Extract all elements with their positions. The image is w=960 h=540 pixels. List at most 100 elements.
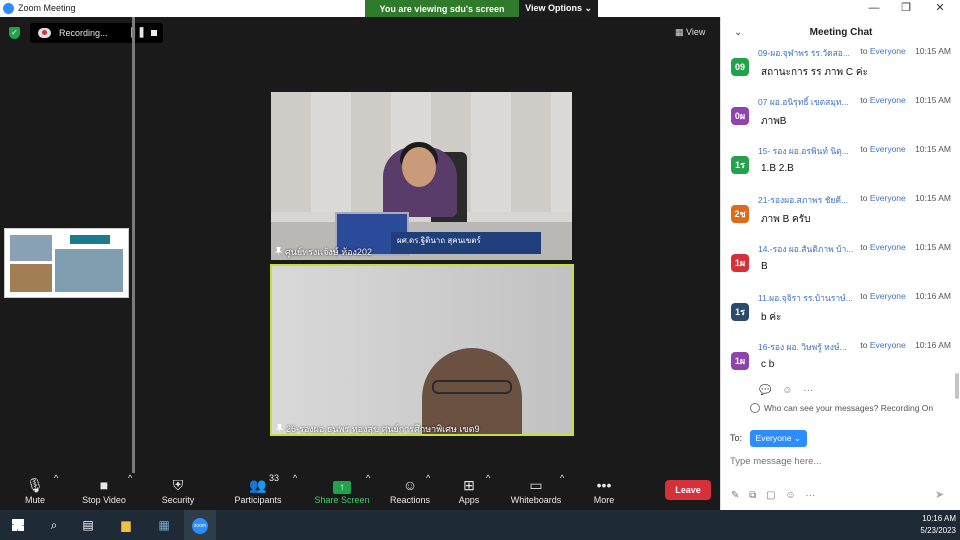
file-icon[interactable]: ▢	[766, 490, 775, 501]
view-options-button[interactable]: View Options ⌄	[519, 0, 598, 17]
recipient-row: To: Everyone ⌄	[730, 430, 807, 447]
apps-chevron-icon[interactable]: ^	[486, 473, 490, 509]
message-time: 10:15 AM	[915, 193, 951, 203]
more-dots-icon: •••	[596, 477, 612, 493]
task-view-icon[interactable]: ▤	[72, 510, 104, 540]
reply-icon[interactable]: 💬	[759, 385, 771, 396]
chat-header: ⌄ Meeting Chat	[721, 17, 960, 49]
sender-name[interactable]: 15- รอง ผอ.อรพินท์ นิตุ...	[758, 144, 858, 158]
privacy-notice[interactable]: Who can see your messages? Recording On	[750, 403, 933, 413]
cloud-record-icon	[38, 28, 51, 38]
screenshot-icon[interactable]: ⧉	[749, 490, 756, 501]
participants-chevron-icon[interactable]: ^	[293, 473, 297, 509]
whiteboard-icon: ▭	[529, 477, 543, 493]
zoom-taskbar-icon[interactable]: zoom	[184, 510, 216, 540]
recording-label: Recording...	[59, 28, 108, 38]
message-text: 1.B 2.B	[761, 163, 794, 174]
format-icon[interactable]: ✎	[731, 490, 739, 501]
apps-button[interactable]: ⊞ Apps	[455, 473, 483, 509]
sender-avatar: 09	[731, 58, 749, 76]
reactions-chevron-icon[interactable]: ^	[426, 473, 430, 509]
more-tools-icon[interactable]: ···	[805, 490, 815, 501]
chat-message[interactable]: 09 09-ผอ.จุฬาพร รร.วัดสอ... to Everyone 10…	[721, 46, 951, 94]
file-explorer-icon[interactable]: ▆	[110, 510, 142, 540]
shield-icon: ✓	[9, 27, 20, 39]
whiteboards-button[interactable]: ▭ Whiteboards	[508, 473, 564, 509]
system-clock[interactable]: 10:16 AM 5/23/2023	[920, 513, 956, 537]
participant-name-label: ศูนย์ทรงแจ้งษ์ ห้อง202	[275, 245, 372, 259]
microphone-icon: 🎙	[26, 477, 44, 493]
mute-button[interactable]: 🎙 Mute	[18, 473, 52, 509]
chat-message[interactable]: 1ผ 16-รอง ผอ. วิษพรู้ หงษ์... to Everyone…	[721, 340, 951, 388]
whiteboards-chevron-icon[interactable]: ^	[560, 473, 564, 509]
shared-screen-thumbnail[interactable]	[4, 228, 129, 298]
message-time: 10:16 AM	[915, 291, 951, 301]
recipient-dropdown[interactable]: Everyone ⌄	[749, 430, 807, 447]
message-meta: 11.ผอ.จุจิรา รร.บ้านราษ์... to Everyone 1…	[758, 291, 951, 305]
chat-message[interactable]: 1ผ 14.-รอง ผอ.สันติภาพ บ้า... to Everyone…	[721, 242, 951, 290]
add-reaction-icon[interactable]: ☺	[782, 385, 792, 396]
message-meta: 07 ผอ.อนิรุทธิ์ เขตสมุท... to Everyone 10…	[758, 95, 951, 109]
recipient-name: Everyone	[869, 193, 906, 203]
minimize-icon[interactable]: —	[858, 0, 890, 17]
chat-message-input[interactable]	[730, 453, 950, 469]
viewing-banner: You are viewing sdu's screen View Option…	[365, 0, 598, 17]
chat-message[interactable]: 0ผ 07 ผอ.อนิรุทธิ์ เขตสมุท... to Everyone…	[721, 95, 951, 143]
video-tile-active[interactable]: 26-รองผอ.ธนพร ทองสุข ศูนย์การศึกษาพิเศษ …	[270, 264, 574, 436]
leave-button[interactable]: Leave	[665, 480, 711, 500]
video-tile-speaker[interactable]: ผศ.ดร.ฐิตินาถ สุคนเขตร์ ศูนย์ทรงแจ้งษ์ ห…	[271, 92, 572, 260]
stop-recording-icon[interactable]	[151, 30, 157, 36]
to-label: to	[860, 144, 868, 154]
recipient-name: Everyone	[869, 46, 906, 56]
message-text: สถานะการ รร ภาพ C ค่ะ	[761, 67, 868, 78]
share-screen-button[interactable]: ↑ Share Screen	[314, 473, 370, 509]
share-options-chevron-icon[interactable]: ^	[366, 473, 370, 509]
recipient-name: Everyone	[869, 144, 906, 154]
chat-scrollbar[interactable]	[955, 373, 959, 399]
chat-message[interactable]: 2ช 21-รองผอ.สภาพร ชัยคี... to Everyone 10:…	[721, 193, 951, 241]
search-icon[interactable]: ⌕	[38, 510, 70, 540]
video-options-chevron-icon[interactable]: ^	[128, 473, 132, 509]
sender-avatar: 1ผ	[731, 254, 749, 272]
stop-video-button[interactable]: ■ Stop Video	[78, 473, 130, 509]
sender-name[interactable]: 21-รองผอ.สภาพร ชัยคี...	[758, 193, 858, 207]
sender-avatar: 0ผ	[731, 107, 749, 125]
windows-logo-icon	[12, 519, 24, 531]
close-icon[interactable]: ✕	[924, 0, 956, 17]
participant-name-label: 26-รองผอ.ธนพร ทองสุข ศูนย์การศึกษาพิเศษ …	[276, 422, 479, 434]
split-divider[interactable]	[132, 17, 135, 473]
emoji-icon[interactable]: ☺	[785, 490, 795, 501]
video-camera-icon: ■	[99, 477, 109, 493]
zoom-logo-icon	[3, 3, 14, 14]
security-button[interactable]: ⛨ Security	[158, 473, 198, 509]
sender-name[interactable]: 14.-รอง ผอ.สันติภาพ บ้า...	[758, 242, 858, 256]
chat-message[interactable]: 1ร 15- รอง ผอ.อรพินท์ นิตุ... to Everyone…	[721, 144, 951, 192]
shield-icon: ⛨	[172, 477, 184, 493]
store-app-icon[interactable]: ▦	[148, 510, 180, 540]
sender-avatar: 1ผ	[731, 352, 749, 370]
viewing-text: You are viewing sdu's screen	[379, 3, 505, 14]
more-actions-icon[interactable]: ···	[803, 385, 813, 396]
sender-avatar: 2ช	[731, 205, 749, 223]
message-text: c b	[761, 359, 775, 370]
more-button[interactable]: ••• More	[590, 473, 618, 509]
send-icon[interactable]: ➤	[935, 488, 944, 501]
audio-options-chevron-icon[interactable]: ^	[54, 473, 58, 509]
nameplate: ผศ.ดร.ฐิตินาถ สุคนเขตร์	[391, 232, 541, 254]
to-label: to	[860, 95, 868, 105]
pin-icon	[275, 247, 282, 256]
start-button[interactable]	[2, 510, 34, 540]
sender-name[interactable]: 16-รอง ผอ. วิษพรู้ หงษ์...	[758, 340, 858, 354]
to-label: to	[860, 46, 868, 56]
sender-name[interactable]: 07 ผอ.อนิรุทธิ์ เขตสมุท...	[758, 95, 858, 109]
message-time: 10:15 AM	[915, 46, 951, 56]
message-meta: 14.-รอง ผอ.สันติภาพ บ้า... to Everyone 10…	[758, 242, 951, 256]
chat-message[interactable]: 1ร 11.ผอ.จุจิรา รร.บ้านราษ์... to Everyon…	[721, 291, 951, 339]
view-button[interactable]: ▦ View	[675, 27, 705, 38]
message-meta: 21-รองผอ.สภาพร ชัยคี... to Everyone 10:15…	[758, 193, 951, 207]
chat-title: Meeting Chat	[809, 27, 873, 38]
sender-name[interactable]: 09-ผอ.จุฬาพร รร.วัดสอ...	[758, 46, 858, 60]
to-label: to	[860, 340, 868, 350]
restore-icon[interactable]: ❐	[890, 0, 922, 17]
sender-name[interactable]: 11.ผอ.จุจิรา รร.บ้านราษ์...	[758, 291, 858, 305]
